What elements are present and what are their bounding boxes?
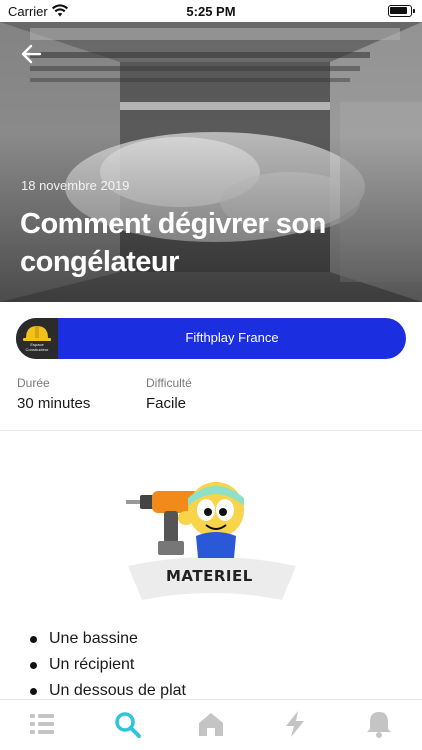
clock: 5:25 PM bbox=[186, 4, 236, 19]
article-title: Comment dégivrer son congélateur bbox=[20, 208, 326, 278]
author-name: Fifthplay France bbox=[185, 330, 279, 345]
tab-bar bbox=[0, 699, 422, 750]
battery-icon bbox=[388, 5, 415, 17]
list-item: Une bassine bbox=[30, 628, 186, 654]
section-divider bbox=[0, 430, 422, 431]
bell-icon[interactable] bbox=[364, 710, 394, 738]
status-bar: Carrier 5:25 PM bbox=[0, 0, 422, 22]
publish-date: 18 novembre 2019 bbox=[21, 178, 130, 193]
hard-hat-icon bbox=[23, 326, 51, 341]
difficulty-value: Facile bbox=[146, 395, 187, 412]
materials-list: Une bassine Un récipient Un dessous de p… bbox=[30, 628, 186, 706]
list-icon[interactable] bbox=[28, 710, 58, 738]
duration-value: 30 minutes bbox=[17, 395, 91, 412]
hero-banner: 18 novembre 2019 Comment dégivrer son co… bbox=[0, 22, 422, 302]
home-icon[interactable] bbox=[196, 710, 226, 738]
logo-caption: Espace Constructeur bbox=[25, 342, 49, 352]
lightning-icon[interactable] bbox=[280, 710, 310, 738]
back-arrow-icon[interactable] bbox=[18, 40, 46, 68]
author-button[interactable]: Espace Constructeur Fifthplay France bbox=[16, 318, 406, 359]
difficulty-label: Difficulté bbox=[146, 376, 192, 390]
author-logo: Espace Constructeur bbox=[16, 318, 58, 359]
list-item: Un récipient bbox=[30, 654, 186, 680]
materiel-label: MATERIEL bbox=[166, 567, 253, 585]
search-icon[interactable] bbox=[112, 710, 142, 738]
duration-label: Durée bbox=[17, 376, 50, 390]
